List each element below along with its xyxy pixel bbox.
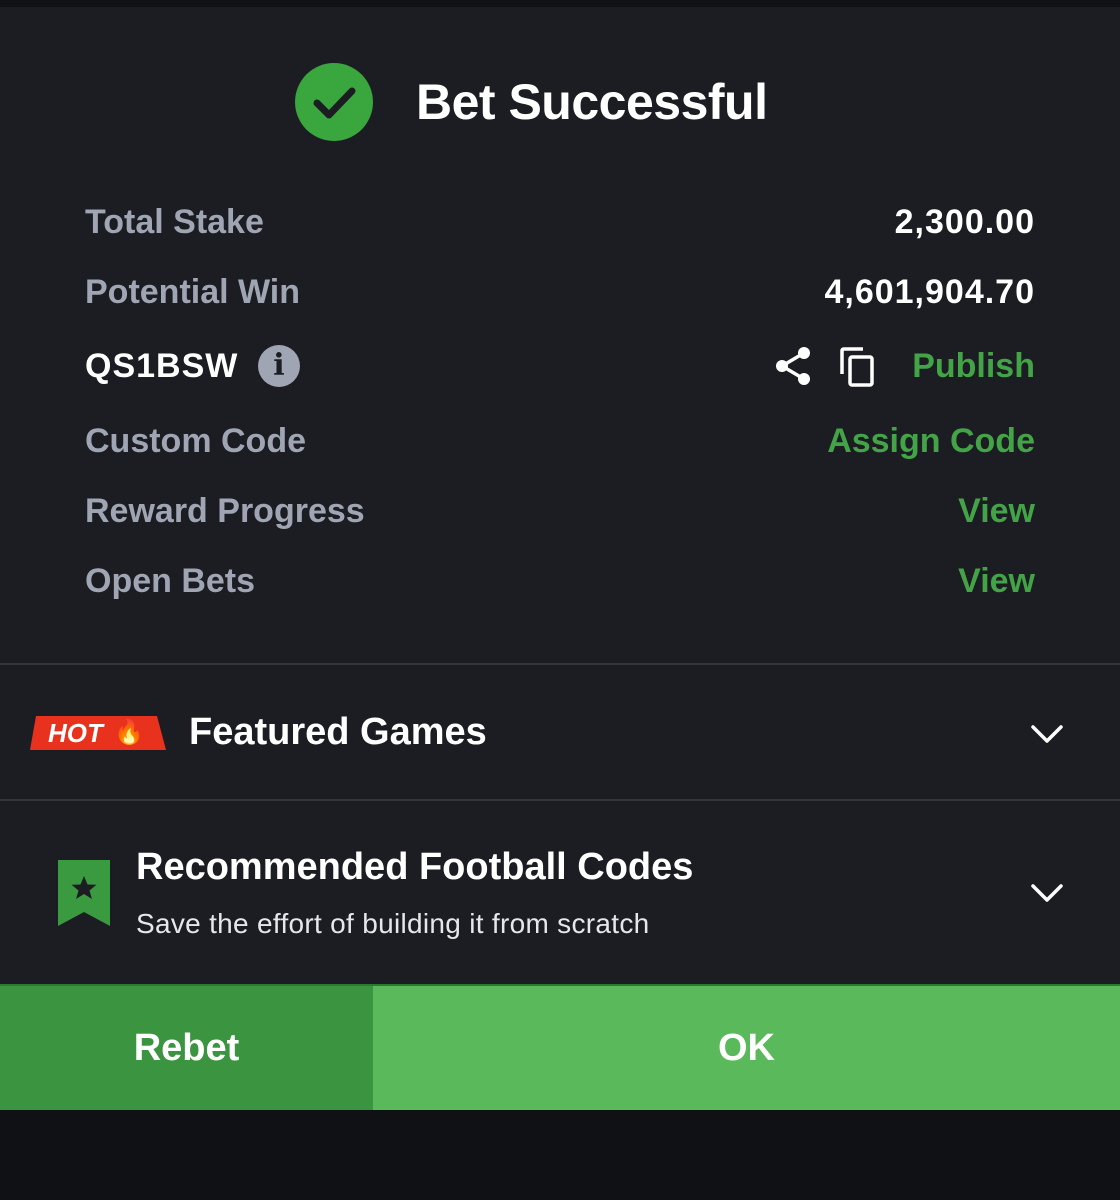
hot-badge-text: HOT xyxy=(48,718,103,748)
recommended-codes-section[interactable]: Recommended Football Codes Save the effo… xyxy=(0,802,1120,984)
potential-win-row: Potential Win 4,601,904.70 xyxy=(85,267,1035,317)
open-bets-label: Open Bets xyxy=(85,562,256,600)
total-stake-row: Total Stake 2,300.00 xyxy=(85,197,1035,247)
recommended-codes-title: Recommended Football Codes xyxy=(136,846,694,888)
chevron-down-icon[interactable] xyxy=(1030,882,1064,904)
potential-win-label: Potential Win xyxy=(85,273,301,311)
reward-progress-view-link[interactable]: View xyxy=(958,486,1035,536)
featured-games-section[interactable]: HOT 🔥 Featured Games xyxy=(0,667,1120,799)
flame-icon: 🔥 xyxy=(114,719,144,746)
chevron-down-icon[interactable] xyxy=(1030,723,1064,745)
total-stake-label: Total Stake xyxy=(85,203,264,241)
custom-code-label: Custom Code xyxy=(85,422,306,460)
recommended-codes-subtitle: Save the effort of building it from scra… xyxy=(136,908,650,939)
assign-code-link[interactable]: Assign Code xyxy=(827,416,1035,466)
booking-code-row: QS1BSW i Publish xyxy=(85,341,1035,391)
copy-icon[interactable] xyxy=(837,346,877,388)
booking-code: QS1BSW xyxy=(85,347,239,385)
page-title: Bet Successful xyxy=(416,74,768,130)
publish-link[interactable]: Publish xyxy=(912,341,1035,391)
ok-button[interactable]: OK xyxy=(373,986,1120,1110)
potential-win-value: 4,601,904.70 xyxy=(824,273,1035,311)
divider xyxy=(0,799,1120,801)
rebet-button[interactable]: Rebet xyxy=(0,986,373,1110)
featured-games-title: Featured Games xyxy=(189,711,487,753)
open-bets-view-link[interactable]: View xyxy=(958,556,1035,606)
reward-progress-row: Reward Progress View xyxy=(85,486,1035,536)
success-header: Bet Successful xyxy=(0,63,1120,141)
hot-badge: HOT 🔥 xyxy=(30,716,166,750)
total-stake-value: 2,300.00 xyxy=(894,203,1035,241)
bottom-bar xyxy=(0,1110,1120,1200)
custom-code-row: Custom Code Assign Code xyxy=(85,416,1035,466)
divider xyxy=(0,663,1120,665)
info-icon[interactable]: i xyxy=(258,345,300,387)
top-edge xyxy=(0,0,1120,7)
reward-progress-label: Reward Progress xyxy=(85,492,365,530)
bookmark-star-icon xyxy=(58,860,110,926)
share-icon[interactable] xyxy=(773,346,813,386)
open-bets-row: Open Bets View xyxy=(85,556,1035,606)
check-circle-icon xyxy=(295,63,373,141)
